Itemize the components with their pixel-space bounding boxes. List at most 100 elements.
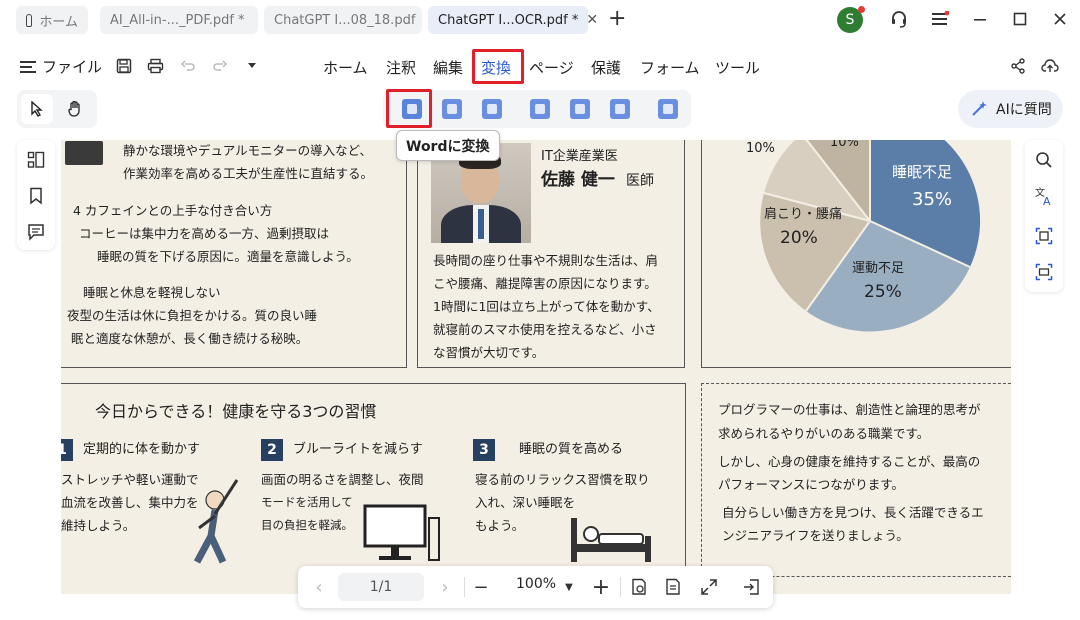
- habit-text: 維持しよう。: [61, 518, 136, 533]
- menu-icon[interactable]: [930, 9, 950, 29]
- tips-text: コーヒーは集中力を高める一方、過剰摂取は: [79, 226, 330, 241]
- menu-protect[interactable]: 保護: [591, 57, 621, 78]
- word-convert-tooltip: Wordに変換: [396, 130, 500, 161]
- habit-title: 睡眠の質を高める: [519, 442, 624, 457]
- thumbnails-icon[interactable]: [26, 150, 46, 170]
- save-icon[interactable]: [114, 56, 134, 76]
- svg-text:A: A: [1043, 195, 1051, 206]
- read-mode-icon[interactable]: [628, 576, 650, 598]
- menu-annotate[interactable]: 注釈: [386, 57, 416, 78]
- ppt-icon[interactable]: [482, 99, 502, 119]
- zoom-in-icon[interactable]: +: [590, 575, 612, 600]
- tips-text: 作業効率を高める工夫が生産性に直結する。: [123, 166, 374, 181]
- tab-bar: ホーム AI_All-in-..._PDF.pdf * ChatGPT I...…: [0, 0, 1080, 40]
- search-icon[interactable]: [1034, 150, 1054, 170]
- tab-label: AI_All-in-..._PDF.pdf *: [110, 12, 245, 28]
- closing-text: しかし、心身の健康を維持することが、最高の: [718, 454, 981, 469]
- ocr-scan-icon[interactable]: [1034, 226, 1054, 246]
- document-viewport[interactable]: 静かな環境やデュアルモニターの導入など、 作業効率を高める工夫が生産性に直結する…: [0, 140, 1080, 620]
- zoom-value[interactable]: 100%: [516, 576, 556, 592]
- next-page-icon[interactable]: ›: [434, 576, 456, 598]
- convert-highlight-box: [472, 49, 524, 84]
- tips-text: 夜型の生活は休に負担をかける。質の良い睡: [67, 308, 318, 323]
- text-icon[interactable]: [570, 99, 590, 119]
- tab-document-3[interactable]: ChatGPT I...OCR.pdf * ✕: [428, 6, 598, 34]
- zoom-dropdown-icon[interactable]: ▼: [558, 576, 580, 598]
- doctor-text: 就寝前のスマホ使用を控えるなど、小さ: [433, 322, 657, 337]
- exit-icon[interactable]: [740, 576, 762, 598]
- menu-form[interactable]: フォーム: [640, 57, 700, 78]
- habit-number: 2: [261, 439, 283, 461]
- pie-value: 35%: [912, 189, 953, 210]
- doctor-panel: IT企業産業医 佐藤 健一 医師 長時間の座り仕事や不規則な生活は、肩 こや腰痛…: [417, 140, 685, 368]
- stretching-person-illustration: [193, 479, 239, 564]
- menu-bar: ファイル ホーム 注釈 編集 変換 ページ 保護 フォーム ツール: [0, 44, 1080, 88]
- doctor-text: 1時間に1回は立ち上がって体を動かす、: [433, 299, 660, 314]
- share-icon[interactable]: [1008, 56, 1028, 76]
- tab-document-1[interactable]: AI_All-in-..._PDF.pdf *: [100, 6, 258, 34]
- tab-label: ChatGPT I...08_18.pdf: [274, 12, 416, 28]
- left-sidebar: [17, 140, 55, 250]
- ask-ai-button[interactable]: AIに質問: [958, 90, 1063, 128]
- cloud-upload-icon[interactable]: [1040, 56, 1060, 76]
- excel-icon[interactable]: [442, 99, 462, 119]
- tool-bar: AIに質問: [0, 88, 1080, 132]
- tips-text: 静かな環境やデュアルモニターの導入など、: [123, 143, 373, 158]
- print-icon[interactable]: [145, 56, 165, 76]
- dropdown-arrow-icon[interactable]: [242, 56, 262, 76]
- more-icon[interactable]: [610, 99, 630, 119]
- doctor-text: こや腰痛、離提障害の原因になります。: [433, 276, 657, 291]
- close-tab-icon[interactable]: ✕: [586, 12, 598, 28]
- pie-value: 25%: [864, 282, 902, 302]
- ask-ai-label: AIに質問: [996, 102, 1052, 118]
- translate-icon[interactable]: 文A: [1034, 186, 1054, 206]
- hamburger-icon: [20, 60, 36, 73]
- fit-page-icon[interactable]: [662, 576, 684, 598]
- hand-tool-button[interactable]: [59, 94, 91, 124]
- select-tool-button[interactable]: [21, 94, 53, 124]
- menu-home[interactable]: ホーム: [323, 57, 368, 78]
- minimize-icon[interactable]: [970, 9, 990, 29]
- section-heading: 4 カフェインとの上手な付き合い方: [73, 203, 273, 218]
- close-window-icon[interactable]: [1050, 9, 1070, 29]
- select-tool-group: [17, 90, 97, 128]
- fullscreen-icon[interactable]: [698, 576, 720, 598]
- tab-document-2[interactable]: ChatGPT I...08_18.pdf: [264, 6, 422, 34]
- file-menu-label: ファイル: [42, 58, 103, 76]
- word-convert-highlight-box: [386, 89, 432, 128]
- tab-label: ホーム: [39, 14, 78, 30]
- redo-icon[interactable]: [210, 56, 230, 76]
- undo-icon[interactable]: [178, 56, 198, 76]
- file-menu-button[interactable]: ファイル: [20, 56, 102, 77]
- previous-page-icon[interactable]: ‹: [308, 576, 330, 598]
- comment-icon[interactable]: [26, 222, 46, 242]
- menu-edit[interactable]: 編集: [433, 57, 463, 78]
- headset-icon[interactable]: [889, 9, 909, 29]
- closing-text: 自分らしい働き方を見つけ、長く活躍できるエ: [722, 505, 984, 520]
- new-tab-icon[interactable]: +: [608, 8, 626, 30]
- maximize-icon[interactable]: [1010, 9, 1030, 29]
- habit-title: ブルーライトを減らす: [293, 442, 423, 457]
- doctor-text: な習慣が大切です。: [433, 345, 545, 360]
- screen-capture-icon[interactable]: [1034, 262, 1054, 282]
- habit-text: 入れ、深い睡眠を: [475, 495, 576, 510]
- habit-number: 3: [473, 439, 495, 461]
- pie-label: 運動不足: [852, 261, 905, 276]
- bed-illustration: [571, 518, 651, 562]
- tab-home[interactable]: ホーム: [16, 6, 88, 34]
- doctor-org: IT企業産業医: [541, 149, 618, 164]
- image-icon[interactable]: [530, 99, 550, 119]
- zoom-out-icon[interactable]: −: [470, 576, 492, 598]
- page-number-input[interactable]: 1/1: [338, 573, 424, 601]
- pie-value: 10%: [830, 140, 859, 150]
- ocr-icon[interactable]: [658, 99, 678, 119]
- habit-text: 画面の明るさを調整し、夜間: [261, 472, 424, 487]
- bookmark-icon[interactable]: [26, 186, 46, 206]
- menu-page[interactable]: ページ: [529, 57, 574, 78]
- habit-number: 1: [61, 439, 73, 461]
- avatar[interactable]: S: [837, 6, 865, 33]
- section-heading: 睡眠と休息を軽視しない: [83, 285, 221, 300]
- habit-text: モードを活用して: [261, 495, 353, 509]
- doctor-title: 医師: [626, 173, 654, 189]
- menu-tools[interactable]: ツール: [715, 57, 760, 78]
